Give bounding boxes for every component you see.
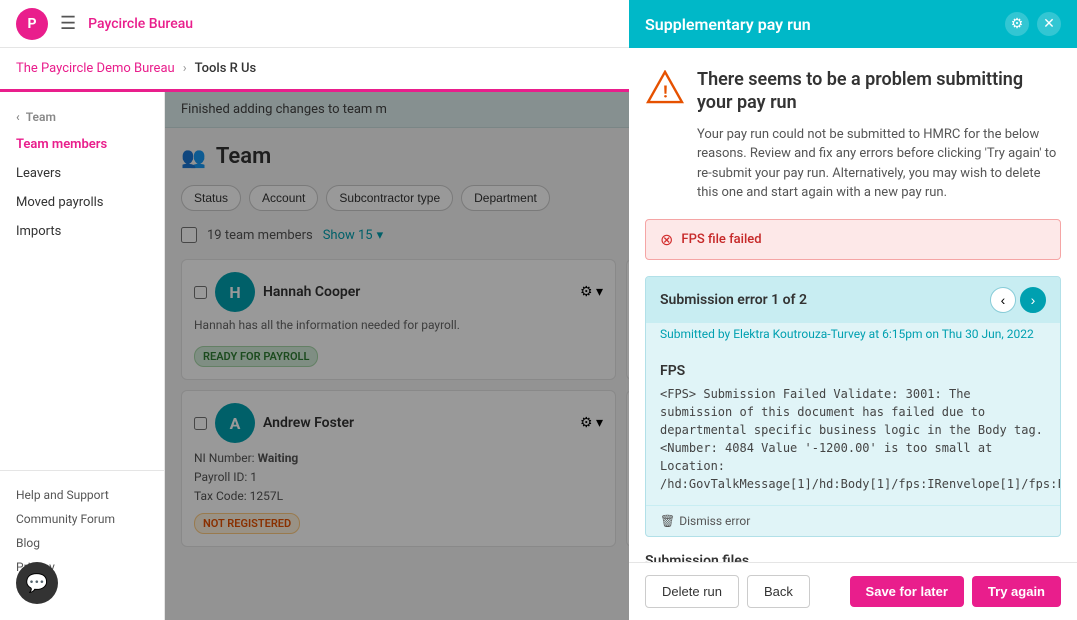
sidebar-item-imports[interactable]: Imports <box>0 217 164 246</box>
modal-header-actions: ⚙ ✕ <box>1005 12 1061 36</box>
submission-subtitle: Submitted by Elektra Koutrouza-Turvey at… <box>646 323 1060 351</box>
chat-button[interactable]: 💬 <box>16 562 58 604</box>
sidebar-team-header[interactable]: ‹ Team <box>0 104 164 130</box>
submission-content: FPS <FPS> Submission Failed Validate: 30… <box>646 351 1060 505</box>
sidebar-item-community[interactable]: Community Forum <box>16 507 148 531</box>
warning-icon-wrap: ! <box>645 68 685 108</box>
modal-header: Supplementary pay run ⚙ ✕ <box>629 0 1077 48</box>
sidebar-item-moved-payrolls[interactable]: Moved payrolls <box>0 188 164 217</box>
warning-section: ! There seems to be a problem submitting… <box>645 68 1061 203</box>
modal-body: ! There seems to be a problem submitting… <box>629 48 1077 562</box>
sidebar: ‹ Team Team members Leavers Moved payrol… <box>0 92 165 620</box>
fps-title: FPS <box>660 363 1046 379</box>
nav-next-button[interactable]: › <box>1020 287 1046 313</box>
submission-files-section: Submission files Correctional FPS File › <box>645 553 1061 562</box>
breadcrumb-bureau-link[interactable]: The Paycircle Demo Bureau <box>16 61 175 76</box>
warning-heading: There seems to be a problem submitting y… <box>697 68 1061 115</box>
submission-header: Submission error 1 of 2 ‹ › <box>646 277 1060 323</box>
submission-title: Submission error 1 of 2 <box>660 292 807 308</box>
sidebar-team-label: Team <box>26 110 56 124</box>
back-button[interactable]: Back <box>747 575 810 608</box>
modal-title: Supplementary pay run <box>645 15 811 34</box>
breadcrumb-current: Tools R Us <box>195 61 257 76</box>
modal-footer: Delete run Back Save for later Try again <box>629 562 1077 620</box>
files-title: Submission files <box>645 553 1061 562</box>
submission-panel: Submission error 1 of 2 ‹ › Submitted by… <box>645 276 1061 537</box>
sidebar-item-help[interactable]: Help and Support <box>16 483 148 507</box>
error-circle-icon: ⊗ <box>660 230 673 249</box>
warning-triangle-icon: ! <box>646 70 684 104</box>
save-for-later-button[interactable]: Save for later <box>850 576 964 607</box>
chevron-left-icon: ‹ <box>16 110 20 124</box>
dismiss-error-link[interactable]: 🗑 Dismiss error <box>646 505 1060 536</box>
trash-icon: 🗑 <box>660 514 675 528</box>
sidebar-item-leavers[interactable]: Leavers <box>0 159 164 188</box>
fps-text: <FPS> Submission Failed Validate: 3001: … <box>660 385 1046 493</box>
svg-text:!: ! <box>663 82 668 102</box>
error-label: FPS file failed <box>681 232 761 247</box>
dismiss-label: Dismiss error <box>679 514 750 528</box>
nav-prev-button[interactable]: ‹ <box>990 287 1016 313</box>
hamburger-icon[interactable]: ☰ <box>60 13 76 34</box>
sidebar-item-team-members[interactable]: Team members <box>0 130 164 159</box>
try-again-button[interactable]: Try again <box>972 576 1061 607</box>
settings-icon[interactable]: ⚙ <box>1005 12 1029 36</box>
bureau-name: Paycircle Bureau <box>88 16 193 32</box>
breadcrumb-separator: › <box>183 61 187 76</box>
close-icon[interactable]: ✕ <box>1037 12 1061 36</box>
warning-body: Your pay run could not be submitted to H… <box>697 125 1061 203</box>
delete-run-button[interactable]: Delete run <box>645 575 739 608</box>
sidebar-item-blog[interactable]: Blog <box>16 531 148 555</box>
submission-nav: ‹ › <box>990 287 1046 313</box>
supplementary-pay-run-modal: Supplementary pay run ⚙ ✕ ! There seems … <box>629 0 1077 620</box>
app-logo: P <box>16 8 48 40</box>
error-box: ⊗ FPS file failed <box>645 219 1061 260</box>
